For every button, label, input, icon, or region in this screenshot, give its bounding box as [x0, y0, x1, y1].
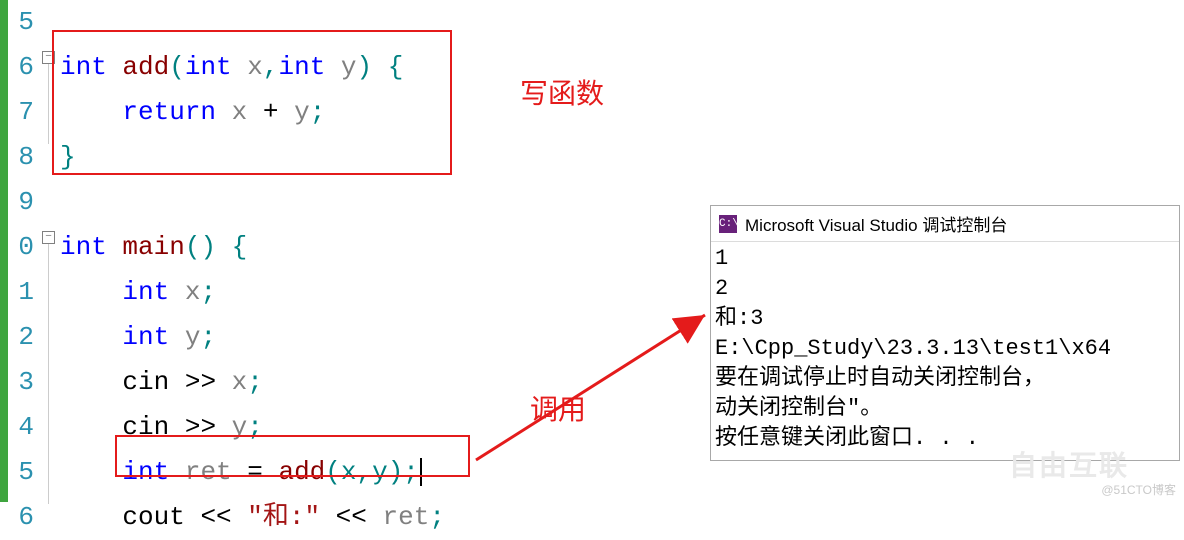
console-line: E:\Cpp_Study\23.3.13\test1\x64 [715, 334, 1175, 364]
fold-toggle[interactable]: − [42, 231, 55, 244]
console-output[interactable]: 1 2 和:3 E:\Cpp_Study\23.3.13\test1\x64 要… [711, 242, 1179, 460]
console-title-text: Microsoft Visual Studio 调试控制台 [745, 211, 1007, 236]
console-line: 和:3 [715, 304, 1175, 334]
code-line: return x + y; [60, 90, 1184, 135]
line-number: 9 [8, 180, 34, 225]
change-bar [0, 0, 8, 502]
line-numbers: 5 6 7 8 9 0 1 2 3 4 5 6 [8, 0, 40, 502]
code-line: int add(int x,int y) { [60, 45, 1184, 90]
line-number: 8 [8, 135, 34, 180]
fold-guide [48, 244, 49, 504]
fold-guide [48, 64, 49, 144]
line-number: 7 [8, 90, 34, 135]
fold-column: − − [40, 0, 60, 502]
line-number: 2 [8, 315, 34, 360]
watermark-logo: 自由互联 [1009, 444, 1129, 484]
line-number: 4 [8, 405, 34, 450]
console-line: 要在调试停止时自动关闭控制台， [715, 364, 1175, 394]
line-number: 3 [8, 360, 34, 405]
line-number: 5 [8, 450, 34, 495]
line-number: 0 [8, 225, 34, 270]
console-titlebar[interactable]: C:\ Microsoft Visual Studio 调试控制台 [711, 206, 1179, 242]
console-line: 2 [715, 274, 1175, 304]
console-icon: C:\ [719, 215, 737, 233]
code-line [60, 0, 1184, 45]
code-line: } [60, 135, 1184, 180]
text-caret [420, 458, 422, 486]
line-number: 6 [8, 45, 34, 90]
fold-toggle[interactable]: − [42, 51, 55, 64]
line-number: 1 [8, 270, 34, 315]
console-line: 动关闭控制台"。 [715, 394, 1175, 424]
annotation-write-function: 写函数 [520, 72, 604, 112]
console-line: 1 [715, 244, 1175, 274]
line-number: 5 [8, 0, 34, 45]
console-window: C:\ Microsoft Visual Studio 调试控制台 1 2 和:… [710, 205, 1180, 461]
watermark-text: @51CTO博客 [1101, 481, 1176, 498]
annotation-call: 调用 [530, 388, 586, 428]
